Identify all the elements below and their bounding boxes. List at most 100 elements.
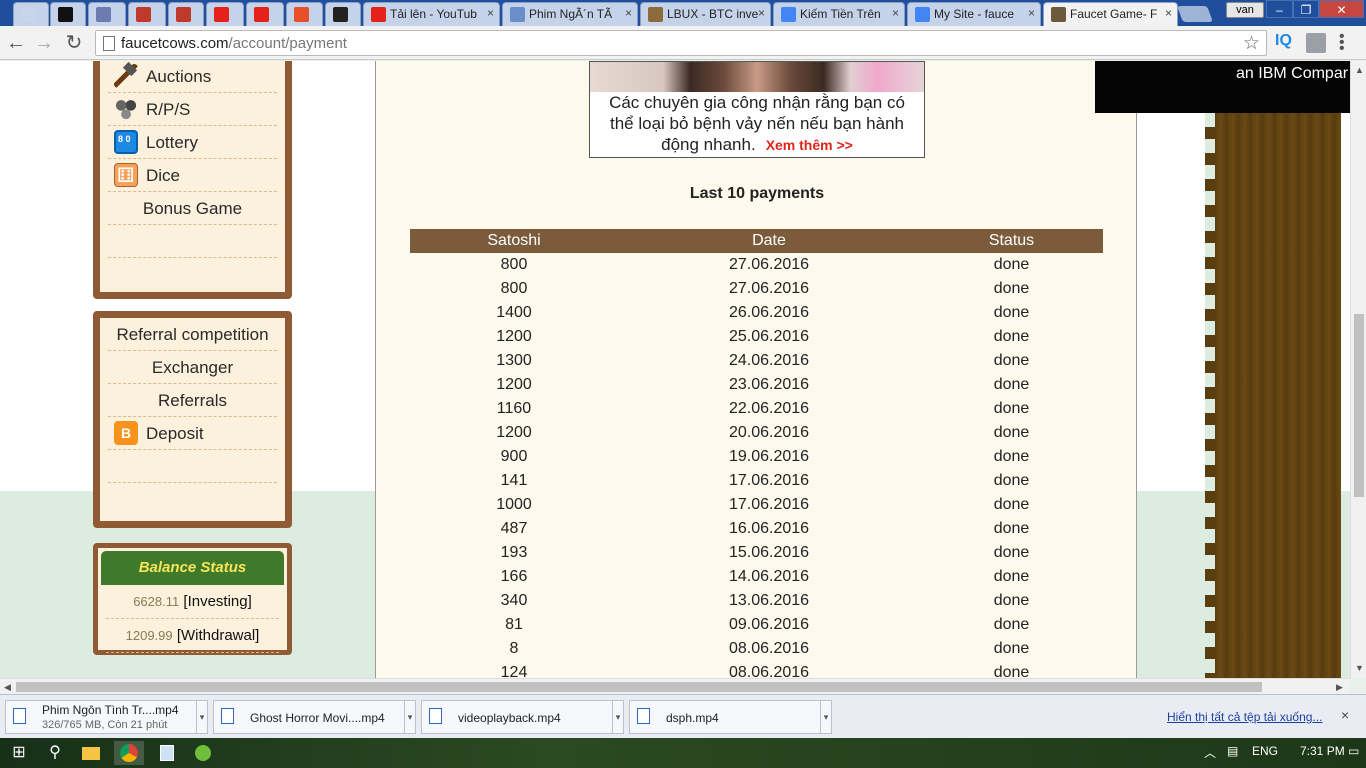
scroll-left-icon[interactable]: ◀ [4, 682, 11, 693]
download-menu-chevron-icon[interactable]: ▾ [820, 701, 831, 733]
page-icon [103, 36, 115, 51]
cell-satoshi: 141 [500, 472, 528, 489]
download-item[interactable]: Phim Ngôn Tình Tr....mp4 326/765 MB, Còn … [5, 700, 208, 734]
balance-status-box: Balance Status 6628.11 [Investing] 1209.… [93, 543, 292, 655]
sidebar-item-referrals[interactable]: Referrals [108, 384, 277, 417]
windows-taskbar: ⊞ ⚲ ︿ ▤ ENG 7:31 PM ▭ [0, 738, 1366, 768]
tab-close-icon[interactable]: × [1028, 6, 1035, 20]
windows-start-icon[interactable]: ⊞ [8, 741, 30, 765]
browser-tab[interactable]: LBUX - BTC inve × [640, 2, 771, 26]
cell-status: done [993, 328, 1030, 345]
browser-tab[interactable]: Tải lên - YouTub × [363, 2, 500, 26]
chrome-icon[interactable] [114, 741, 144, 765]
scroll-right-icon[interactable]: ▶ [1336, 682, 1343, 693]
url-text[interactable]: faucetcows.com/account/payment [121, 35, 347, 52]
download-item[interactable]: Ghost Horror Movi....mp4 ▾ [213, 700, 416, 734]
download-item[interactable]: videoplayback.mp4 ▾ [421, 700, 624, 734]
sidebar-item-auctions[interactable]: Auctions [108, 61, 277, 93]
browser-tab[interactable] [168, 2, 204, 26]
show-all-downloads-link[interactable]: Hiển thị tất cả tệp tải xuống... [1167, 710, 1322, 724]
back-icon[interactable]: ← [5, 32, 27, 54]
ad-image[interactable] [590, 62, 924, 92]
browser-tab[interactable] [325, 2, 361, 26]
tab-label: Kiếm Tiền Trên [800, 7, 881, 21]
forward-icon[interactable]: → [33, 32, 55, 54]
download-menu-chevron-icon[interactable]: ▾ [196, 701, 207, 733]
minimize-icon[interactable]: – [1266, 0, 1293, 18]
vertical-scroll-thumb[interactable] [1354, 314, 1364, 497]
search-icon[interactable]: ⚲ [44, 741, 66, 765]
cell-date: 26.06.2016 [728, 304, 810, 321]
horizontal-scroll-thumb[interactable] [16, 682, 1262, 692]
scroll-up-icon[interactable]: ▲ [1355, 65, 1364, 75]
file-explorer-icon[interactable] [80, 741, 102, 765]
vertical-scrollbar[interactable]: ▲ ▼ [1350, 61, 1366, 678]
ad-text[interactable]: Các chuyên gia công nhận rằng bạn có thể… [590, 92, 924, 156]
browser-tab[interactable] [286, 2, 323, 26]
browser-tab[interactable] [128, 2, 166, 26]
advertisement-banner[interactable]: Các chuyên gia công nhận rằng bạn có thể… [589, 61, 925, 158]
tab-close-icon[interactable]: × [1165, 6, 1172, 20]
sidebar-item-bonus-game[interactable]: Bonus Game [108, 192, 277, 225]
sidebar-item-exchanger[interactable]: Exchanger [108, 351, 277, 384]
sidebar-item-r-p-s[interactable]: R/P/S [108, 93, 277, 126]
ibm-advertisement[interactable]: an IBM Compar [1095, 61, 1350, 113]
tray-arrow-icon[interactable]: ︿ [1204, 744, 1216, 761]
tab-close-icon[interactable]: × [892, 6, 899, 20]
close-window-icon[interactable]: ✕ [1319, 0, 1364, 18]
cell-date: 25.06.2016 [728, 328, 810, 345]
cell-date: 13.06.2016 [728, 592, 810, 609]
restore-icon[interactable]: ❐ [1293, 0, 1319, 18]
notepad-icon[interactable] [156, 741, 178, 765]
close-shelf-icon[interactable]: × [1341, 707, 1349, 723]
download-menu-chevron-icon[interactable]: ▾ [612, 701, 623, 733]
tab-close-icon[interactable]: × [625, 6, 632, 20]
clock[interactable]: 7:31 PM [1300, 744, 1345, 758]
browser-menu-icon[interactable]: • • • [1339, 29, 1353, 57]
action-center-icon[interactable]: ▭ [1348, 744, 1359, 758]
browser-tab[interactable]: My Site - fauce × [907, 2, 1041, 26]
cell-satoshi: 1200 [496, 328, 532, 345]
account-menu: Referral competition Exchanger Referrals De… [93, 311, 292, 528]
browser-tab[interactable]: Faucet Game- F × [1043, 2, 1178, 26]
cell-date: 19.06.2016 [728, 448, 810, 465]
browser-tab[interactable]: Phim NgÃ´n TÃ × [502, 2, 638, 26]
app-icon[interactable] [192, 741, 214, 765]
rps-icon [114, 97, 138, 121]
horizontal-scrollbar[interactable]: ◀ ▶ [0, 678, 1350, 694]
download-menu-chevron-icon[interactable]: ▾ [404, 701, 415, 733]
column-header-satoshi: Satoshi [410, 229, 618, 253]
reload-icon[interactable]: ↻ [63, 32, 85, 54]
download-progress-text: 326/765 MB, Còn 21 phút [42, 719, 168, 731]
language-indicator[interactable]: ENG [1252, 744, 1278, 758]
browser-tab[interactable] [206, 2, 244, 26]
download-item[interactable]: dsph.mp4 ▾ [629, 700, 832, 734]
browser-tab[interactable] [13, 2, 49, 26]
browser-tab[interactable] [50, 2, 86, 26]
browser-tab[interactable] [88, 2, 126, 26]
scroll-down-icon[interactable]: ▼ [1355, 663, 1364, 673]
new-tab-button[interactable] [1177, 6, 1213, 22]
balance-withdrawal: 1209.99 [Withdrawal] [106, 619, 279, 653]
ad-more-link[interactable]: Xem thêm >> [766, 137, 853, 153]
tab-favicon-icon [781, 7, 796, 22]
tab-close-icon[interactable]: × [758, 6, 765, 20]
browser-tab[interactable] [246, 2, 284, 26]
browser-tab[interactable]: Kiếm Tiền Trên × [773, 2, 905, 26]
iq-extension-icon[interactable]: IQ [1275, 32, 1292, 50]
url-path: /account/payment [228, 35, 347, 52]
download-filename: Phim Ngôn Tình Tr....mp4 [42, 703, 179, 717]
column-header-date: Date [618, 229, 920, 253]
file-icon [637, 708, 650, 724]
cell-status: done [993, 448, 1030, 465]
sidebar-item-lottery[interactable]: Lottery [108, 126, 277, 159]
download-extension-icon[interactable] [1306, 33, 1326, 53]
profile-button[interactable]: van [1226, 2, 1264, 18]
sidebar-item-referral-competition[interactable]: Referral competition [108, 318, 277, 351]
notifications-icon[interactable]: ▤ [1227, 744, 1238, 758]
sidebar-item-dice[interactable]: Dice [108, 159, 277, 193]
bookmark-star-icon[interactable]: ☆ [1243, 32, 1260, 55]
address-bar[interactable]: faucetcows.com/account/payment ☆ [95, 30, 1267, 56]
tab-close-icon[interactable]: × [487, 6, 494, 20]
sidebar-item-deposit[interactable]: Deposit [108, 417, 277, 450]
